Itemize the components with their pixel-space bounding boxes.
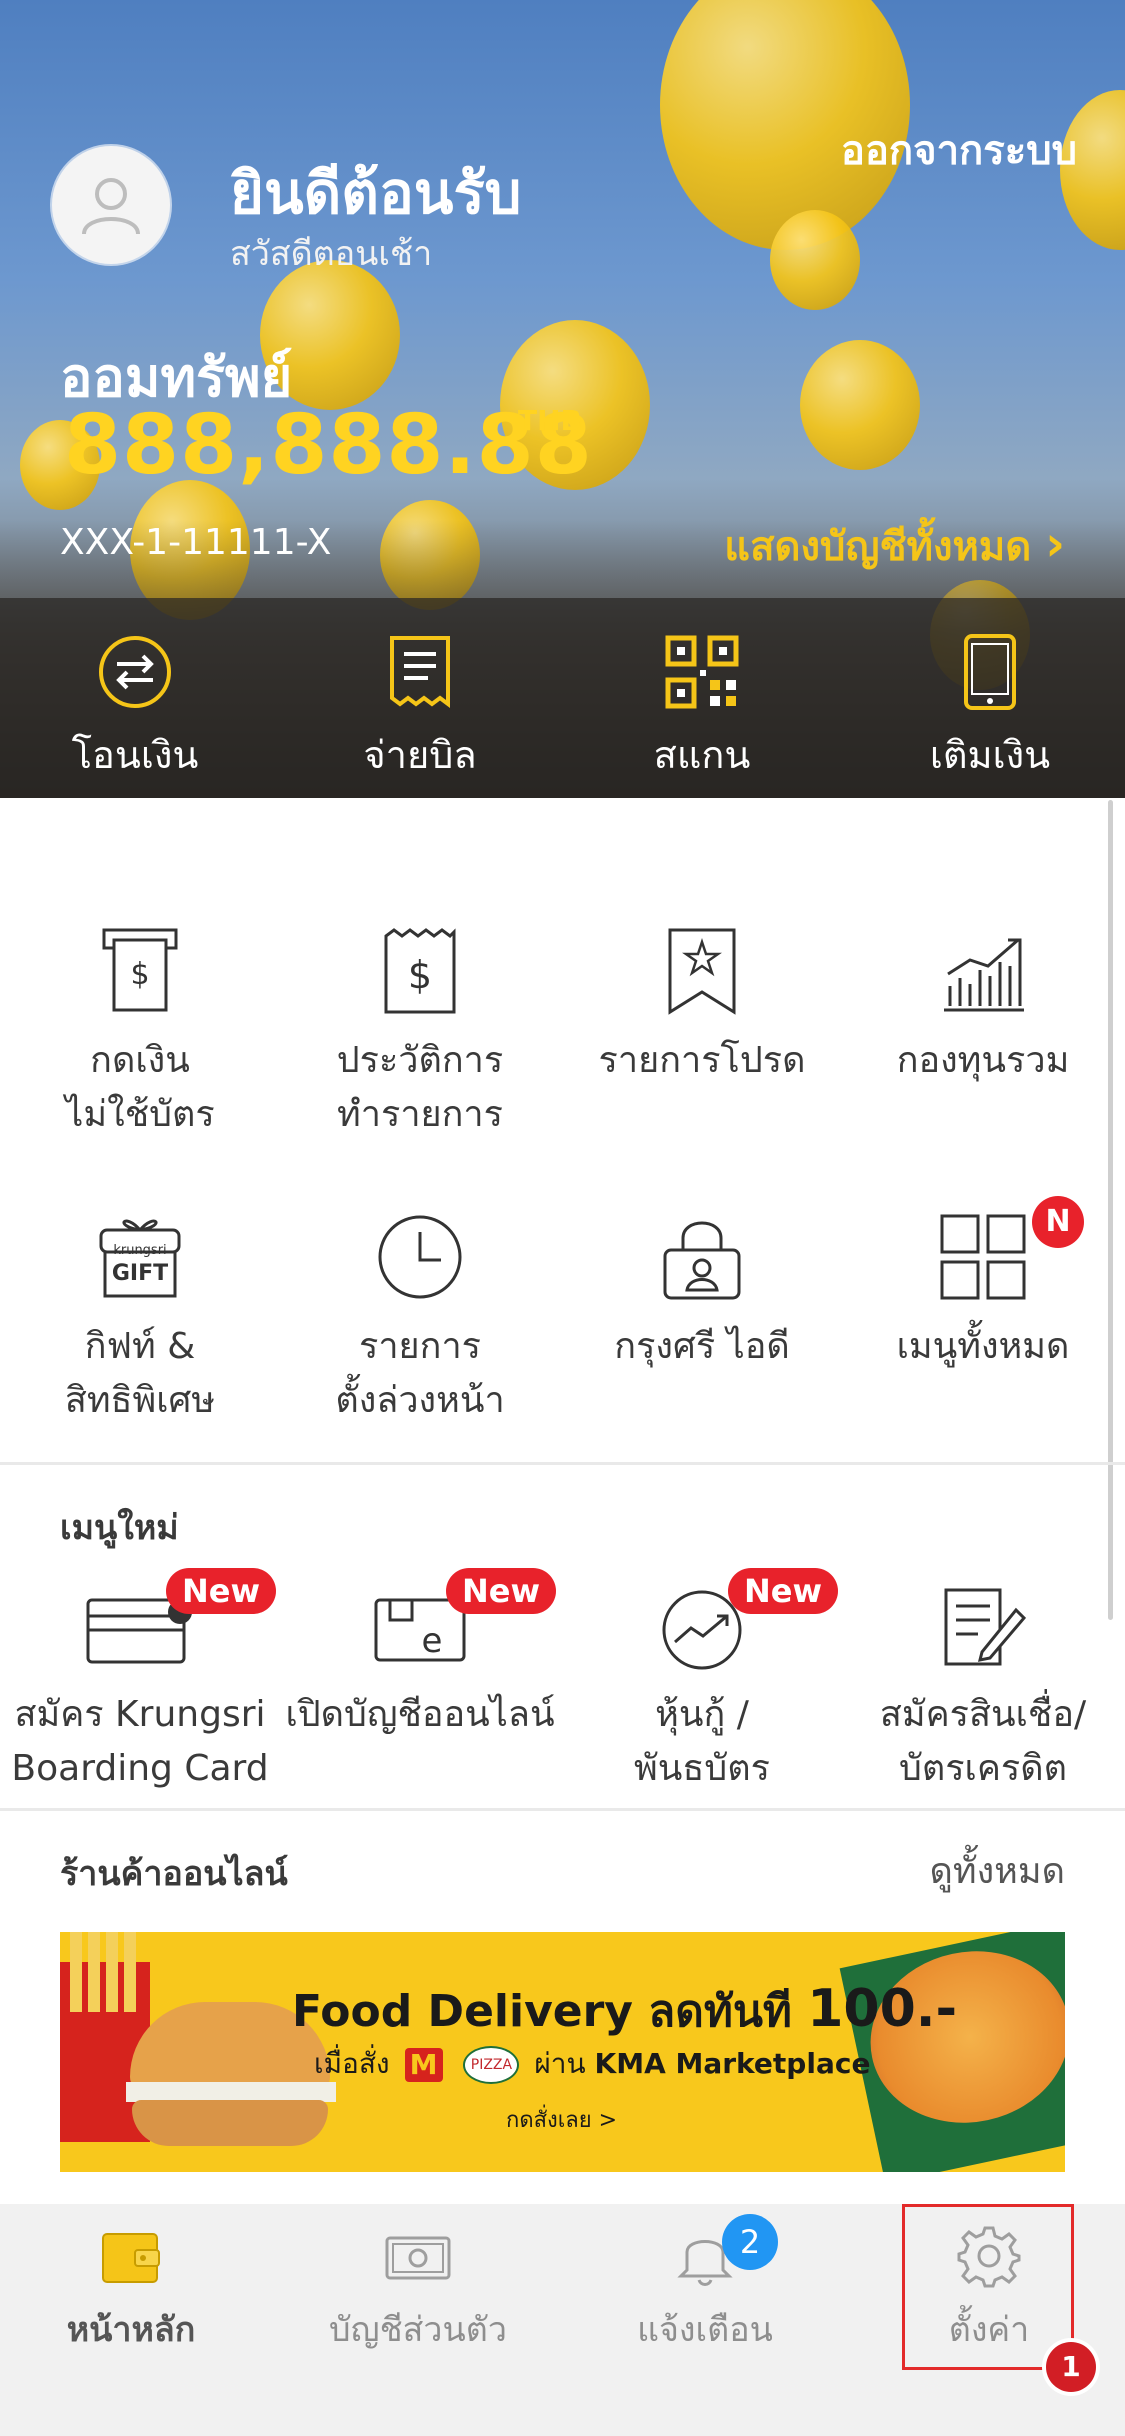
new-indicator-badge: N [1032, 1196, 1084, 1248]
new-menu-apply-loan-credit-card[interactable]: สมัครสินเชื่อ/บัตรเครดิต [843, 1586, 1123, 1796]
user-icon [82, 178, 140, 235]
step-number-badge: 1 [1046, 2342, 1096, 2392]
banner-headline: Food Delivery ลดทันที 100.- [292, 1979, 958, 2039]
new-badge: New [446, 1568, 557, 1614]
online-shop-title: ร้านค้าออนไลน์ [60, 1854, 288, 1894]
greeting-text: สวัสดีตอนเช้า [230, 234, 433, 274]
menu-label: กดเงิน ไม่ใช้บัตร [65, 1040, 215, 1135]
nav-label: แจ้งเตือน [637, 2310, 773, 2350]
account-number: XXX-1-11111-X [60, 522, 332, 563]
menu-label: ประวัติการ ทำรายการ [336, 1040, 504, 1135]
food-delivery-banner[interactable]: Food Delivery ลดทันที 100.- เมื่อสั่ง M … [60, 1932, 1065, 2172]
quick-action-label: สแกน [653, 733, 751, 777]
nav-home[interactable]: หน้าหลัก [6, 2224, 256, 2356]
lock-user-icon [663, 1221, 741, 1300]
nav-personal-accounts[interactable]: บัญชีส่วนตัว [293, 2224, 543, 2356]
nav-label: บัญชีส่วนตัว [329, 2310, 507, 2350]
new-badge: New [166, 1568, 277, 1614]
chart-bars-icon [944, 938, 1024, 1012]
notification-count-badge: 2 [722, 2214, 778, 2270]
menu-all-menus[interactable]: เมนูทั้งหมด [843, 1212, 1123, 1374]
menu-scheduled-transactions[interactable]: รายการ ตั้งล่วงหน้า [280, 1212, 560, 1428]
divider [0, 1462, 1125, 1465]
show-all-accounts-label: แสดงบัญชีทั้งหมด [724, 524, 1032, 570]
bookmark-star-icon [668, 928, 736, 1015]
svg-text:krungsri: krungsri [113, 1243, 166, 1258]
new-menu-title: เมนูใหม่ [60, 1508, 179, 1548]
menu-label: รายการ ตั้งล่วงหน้า [335, 1326, 505, 1421]
wallet-icon [102, 2233, 160, 2283]
pizza-company-logo: PIZZA [463, 2046, 520, 2084]
svg-text:e: e [422, 1621, 443, 1661]
new-menu-boarding-card[interactable]: สมัคร Krungsri Boarding Card [0, 1586, 280, 1796]
balloon-decoration [770, 210, 860, 310]
menu-cardless-withdrawal[interactable]: $ กดเงิน ไม่ใช้บัตร [0, 926, 280, 1142]
menu-label: หุ้นกู้ / พันธบัตร [634, 1694, 770, 1789]
receipt-dollar-icon: $ [384, 928, 456, 1014]
nav-label: หน้าหลัก [66, 2310, 196, 2350]
menu-favorites[interactable]: รายการโปรด [562, 926, 842, 1088]
menu-label: รายการโปรด [598, 1040, 806, 1081]
menu-label: เปิดบัญชีออนไลน์ [285, 1694, 555, 1735]
menu-label: กิฟท์ & สิทธิพิเศษ [64, 1326, 216, 1421]
show-all-accounts-link[interactable]: แสดงบัญชีทั้งหมด › [724, 514, 1065, 578]
quick-action-label: เติมเงิน [929, 733, 1051, 777]
menu-transaction-history[interactable]: $ ประวัติการ ทำรายการ [280, 926, 560, 1142]
chevron-right-icon: › [1045, 516, 1065, 572]
see-all-link[interactable]: ดูทั้งหมด [929, 1842, 1065, 1899]
menu-label: สมัครสินเชื่อ/บัตรเครดิต [879, 1694, 1087, 1789]
bill-icon [390, 636, 450, 708]
svg-text:$: $ [130, 957, 149, 992]
quick-action-transfer[interactable]: โอนเงิน [15, 598, 255, 798]
nav-notifications[interactable]: แจ้งเตือน [580, 2224, 830, 2356]
clock-icon [378, 1215, 462, 1299]
menu-label: สมัคร Krungsri Boarding Card [11, 1694, 269, 1789]
mcdonalds-logo: M [404, 2048, 443, 2082]
menu-label: เมนูทั้งหมด [896, 1326, 1070, 1367]
account-header: ยินดีต้อนรับ สวัสดีตอนเช้า ออกจากระบบ ออ… [0, 0, 1125, 798]
settings-highlight-annotation [902, 2204, 1074, 2370]
atm-cash-icon: $ [102, 928, 178, 1012]
qr-scan-icon [665, 635, 739, 709]
gift-icon: krungsri GIFT [99, 1219, 181, 1298]
currency-label: THB [518, 404, 582, 437]
grid-icon [940, 1214, 1026, 1300]
menu-krungsri-id[interactable]: กรุงศรี ไอดี [562, 1212, 842, 1374]
divider [0, 1808, 1125, 1811]
quick-action-topup[interactable]: เติมเงิน [870, 598, 1110, 798]
topup-phone-icon [964, 634, 1016, 710]
new-menu-bonds[interactable]: หุ้นกู้ / พันธบัตร [562, 1586, 842, 1796]
scrollbar[interactable] [1108, 800, 1113, 1620]
quick-action-pay-bill[interactable]: จ่ายบิล [300, 598, 540, 798]
menu-gift-privileges[interactable]: krungsri GIFT กิฟท์ & สิทธิพิเศษ [0, 1212, 280, 1428]
banner-cta[interactable]: กดสั่งเลย > [506, 2102, 617, 2137]
balloon-decoration [800, 340, 920, 470]
avatar[interactable] [52, 146, 170, 264]
banner-subline: เมื่อสั่ง M PIZZA ผ่าน KMA Marketplace [314, 2042, 870, 2086]
new-badge: New [728, 1568, 839, 1614]
quick-actions-bar: โอนเงิน จ่ายบิล สแกน เติมเงิน [0, 598, 1125, 798]
quick-action-label: โอนเงิน [71, 733, 199, 777]
account-balance: 888,888.88 [64, 398, 593, 493]
menu-mutual-funds[interactable]: กองทุนรวม [843, 926, 1123, 1088]
logout-link[interactable]: ออกจากระบบ [841, 118, 1077, 182]
svg-text:$: $ [408, 953, 432, 997]
svg-text:GIFT: GIFT [112, 1261, 168, 1286]
menu-label: กรุงศรี ไอดี [614, 1326, 790, 1367]
banknote-icon [385, 2236, 451, 2280]
quick-action-scan[interactable]: สแกน [582, 598, 822, 798]
quick-action-label: จ่ายบิล [363, 733, 477, 777]
form-pen-icon [944, 1588, 1027, 1666]
menu-label: กองทุนรวม [896, 1040, 1070, 1081]
transfer-icon [99, 636, 171, 708]
